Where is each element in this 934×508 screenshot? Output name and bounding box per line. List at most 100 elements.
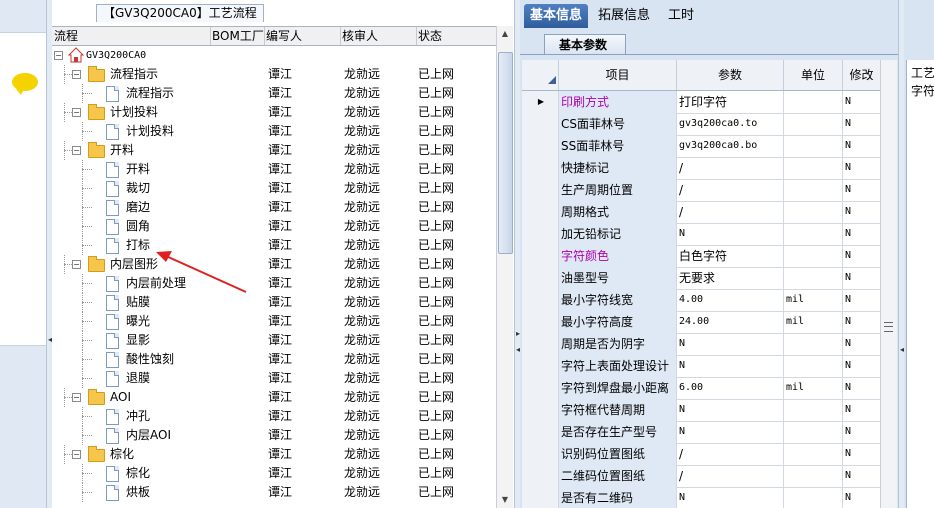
param-unit-cell[interactable] bbox=[784, 91, 843, 113]
flow-node-label[interactable]: 酸性蚀刻 bbox=[126, 351, 174, 368]
flow-row[interactable]: 裁切 谭江 龙勍远 已上网 bbox=[52, 179, 498, 198]
param-value-cell[interactable]: / bbox=[677, 201, 784, 223]
flow-row[interactable]: 流程指示 谭江 龙勍远 已上网 bbox=[52, 84, 498, 103]
param-value-cell[interactable]: N bbox=[677, 333, 784, 355]
flow-row[interactable]: − 棕化 谭江 龙勍远 已上网 bbox=[52, 445, 498, 464]
flow-node-label[interactable]: 棕化 bbox=[126, 465, 150, 482]
flow-node-label[interactable]: 圆角 bbox=[126, 218, 150, 235]
flow-node-label[interactable]: 退膜 bbox=[126, 370, 150, 387]
param-row[interactable]: 二维码位置图纸 / N bbox=[522, 465, 880, 488]
param-unit-cell[interactable] bbox=[784, 421, 843, 443]
row-indicator[interactable] bbox=[522, 421, 559, 443]
param-modified-cell[interactable]: N bbox=[843, 157, 880, 179]
param-row[interactable]: 加无铅标记 N N bbox=[522, 223, 880, 246]
col-header-item[interactable]: 项目 bbox=[559, 60, 677, 90]
flow-row[interactable]: 圆角 谭江 龙勍远 已上网 bbox=[52, 217, 498, 236]
param-value-cell[interactable]: N bbox=[677, 355, 784, 377]
row-indicator[interactable] bbox=[522, 311, 559, 333]
param-modified-cell[interactable]: N bbox=[843, 179, 880, 201]
flow-row[interactable]: 内层AOI 谭江 龙勍远 已上网 bbox=[52, 426, 498, 445]
flow-node-label[interactable]: 显影 bbox=[126, 332, 150, 349]
col-header-flow[interactable]: 流程 bbox=[52, 27, 211, 45]
col-header-unit[interactable]: 单位 bbox=[784, 60, 843, 90]
param-row[interactable]: 是否存在生产型号 N N bbox=[522, 421, 880, 444]
param-row[interactable]: ▶ 印刷方式 打印字符 N bbox=[522, 91, 880, 114]
flow-row[interactable]: 冲孔 谭江 龙勍远 已上网 bbox=[52, 407, 498, 426]
row-indicator[interactable] bbox=[522, 179, 559, 201]
param-row[interactable]: 油墨型号 无要求 N bbox=[522, 267, 880, 290]
row-indicator[interactable] bbox=[522, 465, 559, 487]
col-header-reviewer[interactable]: 核审人 bbox=[340, 27, 417, 45]
param-value-cell[interactable]: 24.00 bbox=[677, 311, 784, 333]
param-unit-cell[interactable] bbox=[784, 135, 843, 157]
flow-row[interactable]: 贴膜 谭江 龙勍远 已上网 bbox=[52, 293, 498, 312]
param-modified-cell[interactable]: N bbox=[843, 465, 880, 487]
param-value-cell[interactable]: 白色字符 bbox=[677, 245, 784, 267]
col-header-bom-factory[interactable]: BOM工厂 bbox=[210, 27, 265, 45]
param-modified-cell[interactable]: N bbox=[843, 201, 880, 223]
flow-node-label[interactable]: 贴膜 bbox=[126, 294, 150, 311]
param-modified-cell[interactable]: N bbox=[843, 421, 880, 443]
expander-icon[interactable]: − bbox=[54, 51, 63, 60]
flow-node-label[interactable]: AOI bbox=[110, 389, 131, 406]
param-unit-cell[interactable] bbox=[784, 157, 843, 179]
row-indicator[interactable] bbox=[522, 157, 559, 179]
flow-row[interactable]: 烘板 谭江 龙勍远 已上网 bbox=[52, 483, 498, 502]
expander-icon[interactable]: − bbox=[72, 450, 81, 459]
flow-node-label[interactable]: 裁切 bbox=[126, 180, 150, 197]
param-value-cell[interactable]: gv3q200ca0.to bbox=[677, 113, 784, 135]
scroll-grip-icon[interactable] bbox=[884, 322, 893, 332]
row-indicator[interactable] bbox=[522, 201, 559, 223]
param-value-cell[interactable]: 打印字符 bbox=[677, 91, 784, 113]
param-scrollbar[interactable] bbox=[880, 60, 897, 508]
flow-row[interactable]: 打标 谭江 龙勍远 已上网 bbox=[52, 236, 498, 255]
current-row-indicator-icon[interactable]: ▶ bbox=[522, 91, 559, 113]
flow-node-label[interactable]: 打标 bbox=[126, 237, 150, 254]
col-header-writer[interactable]: 编写人 bbox=[264, 27, 341, 45]
param-unit-cell[interactable] bbox=[784, 355, 843, 377]
flow-node-label[interactable]: 流程指示 bbox=[110, 66, 158, 83]
param-row[interactable]: 快捷标记 / N bbox=[522, 157, 880, 180]
expander-icon[interactable]: − bbox=[72, 260, 81, 269]
param-modified-cell[interactable]: N bbox=[843, 91, 880, 113]
flow-node-label[interactable]: 烘板 bbox=[126, 484, 150, 501]
flow-node-label[interactable]: 曝光 bbox=[126, 313, 150, 330]
param-unit-cell[interactable] bbox=[784, 443, 843, 465]
flow-row[interactable]: 显影 谭江 龙勍远 已上网 bbox=[52, 331, 498, 350]
param-row[interactable]: 字符颜色 白色字符 N bbox=[522, 245, 880, 268]
param-unit-cell[interactable] bbox=[784, 465, 843, 487]
param-row[interactable]: 周期格式 / N bbox=[522, 201, 880, 224]
param-value-cell[interactable]: / bbox=[677, 443, 784, 465]
tab-extended-info[interactable]: 拓展信息 bbox=[592, 4, 656, 28]
param-row[interactable]: 最小字符线宽 4.00 mil N bbox=[522, 289, 880, 312]
param-value-cell[interactable]: 6.00 bbox=[677, 377, 784, 399]
flow-node-label[interactable]: 开料 bbox=[110, 142, 134, 159]
param-unit-cell[interactable] bbox=[784, 113, 843, 135]
param-value-cell[interactable]: N bbox=[677, 487, 784, 508]
param-modified-cell[interactable]: N bbox=[843, 377, 880, 399]
param-modified-cell[interactable]: N bbox=[843, 289, 880, 311]
param-row[interactable]: 字符框代替周期 N N bbox=[522, 399, 880, 422]
row-indicator[interactable] bbox=[522, 333, 559, 355]
param-unit-cell[interactable]: mil bbox=[784, 311, 843, 333]
param-value-cell[interactable]: / bbox=[677, 465, 784, 487]
param-value-cell[interactable]: 4.00 bbox=[677, 289, 784, 311]
row-indicator[interactable] bbox=[522, 223, 559, 245]
param-modified-cell[interactable]: N bbox=[843, 311, 880, 333]
expander-icon[interactable]: − bbox=[72, 70, 81, 79]
row-indicator[interactable] bbox=[522, 135, 559, 157]
param-unit-cell[interactable] bbox=[784, 487, 843, 508]
param-modified-cell[interactable]: N bbox=[843, 355, 880, 377]
param-row[interactable]: 周期是否为阴字 N N bbox=[522, 333, 880, 356]
param-value-cell[interactable]: N bbox=[677, 223, 784, 245]
row-indicator[interactable] bbox=[522, 443, 559, 465]
row-indicator[interactable] bbox=[522, 245, 559, 267]
col-header-status[interactable]: 状态 bbox=[416, 27, 499, 45]
param-modified-cell[interactable]: N bbox=[843, 399, 880, 421]
row-indicator[interactable] bbox=[522, 399, 559, 421]
flow-node-label[interactable]: GV3Q200CA0 bbox=[86, 47, 146, 64]
param-modified-cell[interactable]: N bbox=[843, 443, 880, 465]
flow-row[interactable]: 酸性蚀刻 谭江 龙勍远 已上网 bbox=[52, 350, 498, 369]
param-value-cell[interactable]: N bbox=[677, 421, 784, 443]
param-modified-cell[interactable]: N bbox=[843, 223, 880, 245]
